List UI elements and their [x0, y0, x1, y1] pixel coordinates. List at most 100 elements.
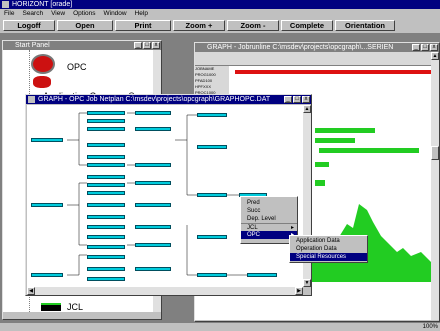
- job-node[interactable]: [197, 235, 227, 239]
- submenu-item-operation-data[interactable]: Operation Data: [290, 245, 367, 253]
- green-bar: [315, 138, 355, 143]
- job-node[interactable]: [87, 235, 125, 239]
- opc-icon[interactable]: [31, 54, 55, 74]
- job-node[interactable]: [135, 267, 171, 271]
- menu-item-jcl[interactable]: JCL ▸: [241, 223, 297, 231]
- menu-help[interactable]: Help: [135, 9, 148, 18]
- scroll-up-arrow[interactable]: ▲: [303, 105, 311, 113]
- minimize-button[interactable]: _: [412, 44, 420, 51]
- job-node[interactable]: [247, 273, 277, 277]
- logoff-button[interactable]: Logoff: [3, 20, 55, 31]
- jcl-icon[interactable]: [41, 303, 61, 311]
- connector-line: [67, 254, 87, 276]
- job-node[interactable]: [87, 277, 125, 281]
- job-node[interactable]: [87, 119, 125, 123]
- start-panel-titlebar: Start Panel _ □ x: [3, 41, 161, 50]
- job-node[interactable]: [135, 163, 171, 167]
- submenu-item-application-data[interactable]: Application Data: [290, 237, 367, 245]
- menu-bar: File Search View Options Window Help: [0, 9, 440, 18]
- netplan-hscrollbar[interactable]: ◀ ▶: [27, 287, 303, 295]
- job-node[interactable]: [197, 193, 227, 197]
- job-node[interactable]: [87, 225, 125, 229]
- job-node[interactable]: [135, 243, 171, 247]
- job-node[interactable]: [135, 225, 171, 229]
- menu-item-succ[interactable]: Succ: [241, 207, 297, 215]
- timescale-header: [195, 52, 431, 66]
- job-node[interactable]: [87, 143, 125, 147]
- jobrunline-titlebar: GRAPH - Jobrunline C:\msdev\projects\opc…: [195, 43, 439, 52]
- job-node[interactable]: [135, 127, 171, 131]
- connector-line: [67, 182, 87, 206]
- submenu-item-special-resources[interactable]: Special Resources: [290, 253, 367, 261]
- job-node[interactable]: [87, 267, 125, 271]
- jobrunline-title: GRAPH - Jobrunline C:\msdev\projects\opc…: [207, 44, 394, 51]
- job-node[interactable]: [135, 111, 171, 115]
- menu-item-dep-level[interactable]: Dep. Level: [241, 215, 297, 223]
- job-node[interactable]: [135, 203, 171, 207]
- job-node[interactable]: [87, 111, 125, 115]
- maximize-button[interactable]: □: [421, 44, 429, 51]
- scroll-left-arrow[interactable]: ◀: [27, 287, 35, 295]
- close-button[interactable]: x: [430, 44, 438, 51]
- zoom-in-button[interactable]: Zoom +: [173, 20, 225, 31]
- menu-options[interactable]: Options: [73, 9, 95, 18]
- connector-line: [186, 225, 197, 276]
- menu-view[interactable]: View: [51, 9, 65, 18]
- minimize-button[interactable]: _: [134, 42, 142, 49]
- green-bar: [319, 148, 419, 153]
- connector-line: [186, 140, 197, 196]
- job-node[interactable]: [197, 145, 227, 149]
- maximize-button[interactable]: □: [143, 42, 151, 49]
- job-node[interactable]: [87, 183, 125, 187]
- print-button[interactable]: Print: [115, 20, 171, 31]
- scroll-down-arrow[interactable]: ▼: [303, 279, 311, 287]
- job-node[interactable]: [87, 175, 125, 179]
- tree-item-opc[interactable]: OPC: [67, 62, 87, 72]
- maximize-button[interactable]: □: [293, 96, 301, 103]
- jobrunline-scrollbar[interactable]: ▲: [431, 52, 439, 320]
- app-segment-icon[interactable]: [33, 76, 51, 88]
- scroll-up-arrow[interactable]: ▲: [431, 52, 439, 60]
- graph-icon: [28, 96, 35, 103]
- minimize-button[interactable]: _: [284, 96, 292, 103]
- app-titlebar: HORIZONT [orade]: [0, 0, 440, 9]
- load-graph: [311, 204, 431, 282]
- open-button[interactable]: Open: [57, 20, 113, 31]
- job-node[interactable]: [87, 155, 125, 159]
- complete-button[interactable]: Complete: [281, 20, 333, 31]
- job-node[interactable]: [87, 203, 125, 207]
- job-node[interactable]: [135, 181, 171, 185]
- tree-item-jcl[interactable]: JCL: [67, 302, 83, 312]
- job-node[interactable]: [31, 273, 63, 277]
- menu-search[interactable]: Search: [22, 9, 43, 18]
- scroll-thumb[interactable]: [431, 146, 439, 160]
- netplan-title: GRAPH - OPC Job Netplan C:\msdev\project…: [38, 96, 271, 103]
- zoom-out-button[interactable]: Zoom -: [227, 20, 279, 31]
- job-node[interactable]: [87, 127, 125, 131]
- orientation-button[interactable]: Orientation: [335, 20, 395, 31]
- close-button[interactable]: x: [302, 96, 310, 103]
- connector-line: [175, 114, 197, 141]
- job-node[interactable]: [31, 138, 63, 142]
- zoom-level: 100%: [422, 324, 438, 330]
- close-button[interactable]: x: [152, 42, 160, 49]
- job-node[interactable]: [87, 191, 125, 195]
- job-node[interactable]: [87, 255, 125, 259]
- job-node[interactable]: [197, 273, 227, 277]
- job-node[interactable]: [197, 113, 227, 117]
- job-node[interactable]: [87, 215, 125, 219]
- job-node[interactable]: [87, 245, 125, 249]
- app-title: HORIZONT [orade]: [12, 1, 73, 8]
- menu-item-pred[interactable]: Pred: [241, 199, 297, 207]
- scroll-right-arrow[interactable]: ▶: [295, 287, 303, 295]
- menu-file[interactable]: File: [4, 9, 14, 18]
- green-bar: [315, 128, 375, 133]
- job-node[interactable]: [31, 203, 63, 207]
- status-bar: 100%: [0, 323, 440, 331]
- job-node[interactable]: [87, 163, 125, 167]
- netplan-window: GRAPH - OPC Job Netplan C:\msdev\project…: [25, 94, 312, 296]
- menu-window[interactable]: Window: [103, 9, 126, 18]
- start-panel-title: Start Panel: [15, 42, 50, 49]
- green-bar: [315, 162, 329, 167]
- app-icon: [2, 1, 9, 8]
